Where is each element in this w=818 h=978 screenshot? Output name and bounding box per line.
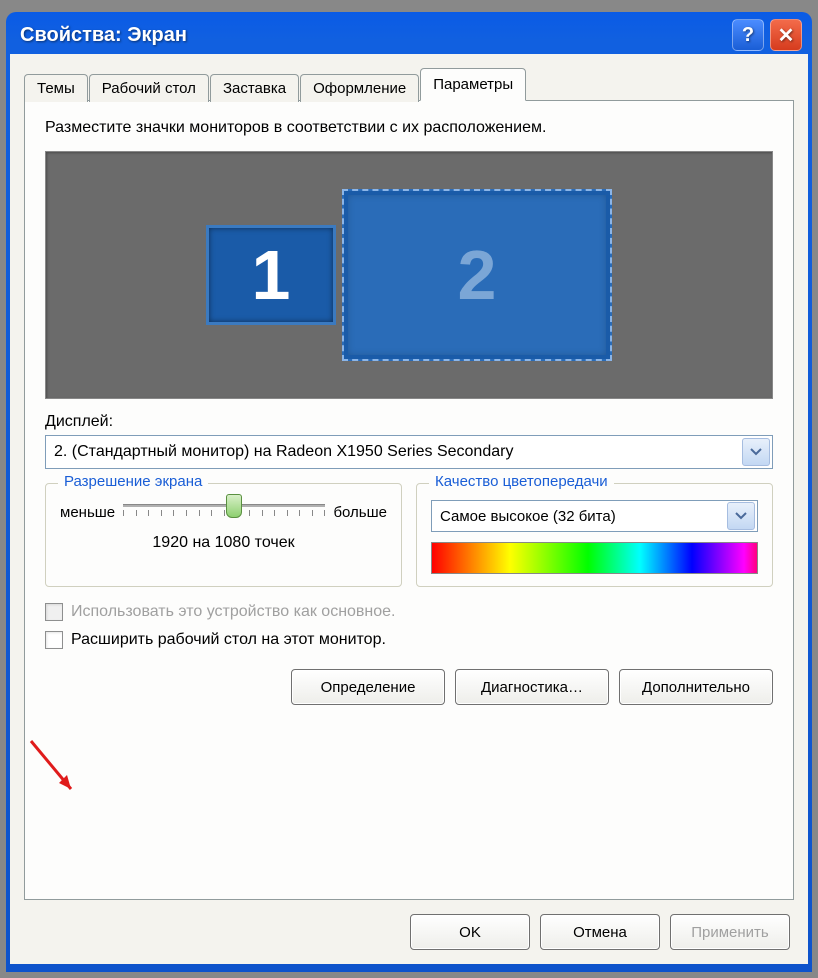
extend-desktop-checkbox[interactable] [45,631,63,649]
instruction-text: Разместите значки мониторов в соответств… [45,119,773,137]
display-label: Дисплей: [45,413,773,431]
resolution-group: Разрешение экрана меньше [45,483,402,587]
extend-desktop-label: Расширить рабочий стол на этот монитор. [71,631,386,649]
primary-device-checkbox [45,603,63,621]
advanced-button[interactable]: Дополнительно [619,669,773,705]
color-quality-value: Самое высокое (32 бита) [432,508,725,525]
titlebar[interactable]: Свойства: Экран ? ✕ [10,16,808,54]
tab-settings[interactable]: Параметры [420,68,526,101]
extend-desktop-checkbox-row[interactable]: Расширить рабочий стол на этот монитор. [45,631,773,649]
slider-thumb[interactable] [226,494,242,518]
identify-button[interactable]: Определение [291,669,445,705]
color-group: Качество цветопередачи Самое высокое (32… [416,483,773,587]
chevron-down-icon [727,502,755,530]
monitor-2[interactable]: 2 [342,189,612,361]
slider-more-label: больше [333,504,387,521]
dialog-window: Свойства: Экран ? ✕ Темы Рабочий стол За… [6,12,812,972]
monitor-arrangement[interactable]: 1 2 [45,151,773,399]
client-area: Темы Рабочий стол Заставка Оформление Па… [10,54,808,964]
tab-screensaver[interactable]: Заставка [210,74,299,102]
primary-device-checkbox-row: Использовать это устройство как основное… [45,603,773,621]
dialog-footer: OK Отмена Применить [410,914,790,950]
cancel-button[interactable]: Отмена [540,914,660,950]
annotation-arrow-icon [23,733,83,803]
resolution-group-title: Разрешение экрана [58,473,208,490]
close-button[interactable]: ✕ [770,19,802,51]
apply-button[interactable]: Применить [670,914,790,950]
resolution-value: 1920 на 1080 точек [60,534,387,552]
tab-strip: Темы Рабочий стол Заставка Оформление Па… [24,68,794,101]
close-icon: ✕ [778,23,795,48]
resolution-slider[interactable] [123,500,325,524]
display-select-value: 2. (Стандартный монитор) на Radeon X1950… [46,443,740,461]
tab-themes[interactable]: Темы [24,74,88,102]
slider-less-label: меньше [60,504,115,521]
tab-appearance[interactable]: Оформление [300,74,419,102]
color-spectrum [431,542,758,574]
primary-device-label: Использовать это устройство как основное… [71,603,396,621]
display-select[interactable]: 2. (Стандартный монитор) на Radeon X1950… [45,435,773,469]
tab-desktop[interactable]: Рабочий стол [89,74,209,102]
help-button[interactable]: ? [732,19,764,51]
chevron-down-icon [742,438,770,466]
monitor-1[interactable]: 1 [206,225,336,325]
color-quality-select[interactable]: Самое высокое (32 бита) [431,500,758,532]
window-title: Свойства: Экран [16,24,726,47]
ok-button[interactable]: OK [410,914,530,950]
tab-panel-settings: Разместите значки мониторов в соответств… [24,100,794,900]
troubleshoot-button[interactable]: Диагностика… [455,669,609,705]
color-group-title: Качество цветопередачи [429,473,614,490]
